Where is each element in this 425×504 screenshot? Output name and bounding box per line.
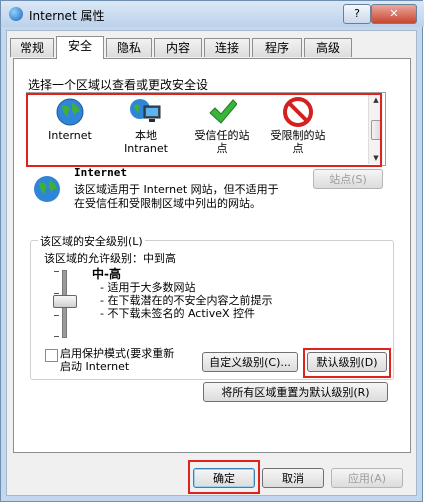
slider-tick xyxy=(54,293,59,294)
custom-level-button[interactable]: 自定义级别(C)... xyxy=(202,352,298,372)
ok-highlight-box xyxy=(188,460,260,494)
help-button[interactable]: ? xyxy=(343,4,371,24)
protected-mode-checkbox[interactable] xyxy=(45,349,58,362)
slider-tick xyxy=(54,336,59,337)
default-level-highlight-box xyxy=(303,348,391,378)
slider-tick xyxy=(54,315,59,316)
tab-advanced[interactable]: 高级 xyxy=(304,38,352,57)
tab-privacy[interactable]: 隐私 xyxy=(106,38,152,57)
selected-zone-title: Internet xyxy=(74,166,127,179)
close-button[interactable]: ✕ xyxy=(371,4,417,24)
cancel-button[interactable]: 取消 xyxy=(262,468,324,488)
level-bullet: - 不下载未签名的 ActiveX 控件 xyxy=(100,307,256,320)
selected-zone-description: 该区域适用于 Internet 网站，但不适用于 在受信任和受限制区域中列出的网… xyxy=(74,183,344,211)
selected-zone-globe-icon xyxy=(34,176,60,202)
tab-programs[interactable]: 程序 xyxy=(252,38,302,57)
slider-tick xyxy=(54,271,59,272)
protected-mode-line-2: 启动 Internet xyxy=(60,360,130,373)
description-line-1: 该区域适用于 Internet 网站，但不适用于 xyxy=(74,183,279,196)
level-bullet: - 适用于大多数网站 xyxy=(100,281,196,294)
security-level-group-label: 该区域的安全级别(L) xyxy=(38,233,145,249)
tab-content[interactable]: 内容 xyxy=(154,38,202,57)
protected-mode-label[interactable]: 启用保护模式(要求重新 启动 Internet xyxy=(60,347,174,373)
tab-security[interactable]: 安全 xyxy=(56,36,104,59)
tab-general[interactable]: 常规 xyxy=(10,38,54,57)
security-slider-thumb[interactable] xyxy=(53,295,77,308)
reset-all-zones-button[interactable]: 将所有区域重置为默认级别(R) xyxy=(203,382,388,402)
description-line-2: 在受信任和受限制区域中列出的网站。 xyxy=(74,197,261,210)
tab-connections[interactable]: 连接 xyxy=(204,38,250,57)
ie-globe-icon xyxy=(9,7,23,21)
level-bullet: - 在下载潜在的不安全内容之前提示 xyxy=(100,294,273,307)
zones-highlight-box xyxy=(26,93,382,167)
security-level-title: 中-高 xyxy=(92,267,121,281)
title-bar: Internet 属性 ? ✕ xyxy=(1,1,424,27)
apply-button[interactable]: 应用(A) xyxy=(331,468,403,488)
zone-select-label: 选择一个区域以查看或更改安全设 xyxy=(28,78,209,92)
allowed-level-label: 该区域的允许级别：中到高 xyxy=(44,252,176,265)
security-level-description: - 适用于大多数网站 - 在下载潜在的不安全内容之前提示 - 不下载未签名的 A… xyxy=(100,281,272,320)
window-title: Internet 属性 xyxy=(29,9,105,23)
protected-mode-line-1: 启用保护模式(要求重新 xyxy=(60,347,175,360)
